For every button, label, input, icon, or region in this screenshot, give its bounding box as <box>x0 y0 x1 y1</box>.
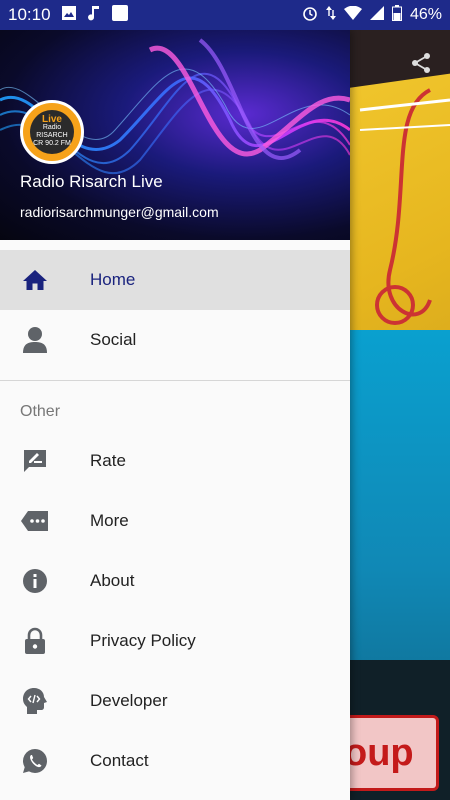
white-square-icon <box>111 4 129 27</box>
menu-item-label: Rate <box>90 451 126 470</box>
drawer-menu: Home Social Other Rate More About Privac… <box>0 250 350 791</box>
menu-item-contact[interactable]: Contact <box>0 731 350 791</box>
more-tag-icon <box>20 506 50 536</box>
menu-item-developer[interactable]: Developer <box>0 671 350 731</box>
menu-item-label: Home <box>90 270 136 289</box>
person-icon <box>20 325 50 355</box>
lock-icon <box>20 626 50 656</box>
battery-percent: 46% <box>409 6 442 23</box>
wifi-icon <box>343 5 362 25</box>
menu-item-home[interactable]: Home <box>0 250 350 310</box>
app-name: Radio Risarch Live <box>20 172 163 191</box>
menu-item-rate[interactable]: Rate <box>0 431 350 491</box>
menu-item-label: More <box>90 511 129 530</box>
background-app-content: oup <box>350 30 450 800</box>
menu-item-label: About <box>90 571 135 590</box>
data-arrows-icon <box>325 5 336 26</box>
status-bar: 10:10 46% <box>0 0 450 30</box>
developer-head-icon <box>20 686 50 716</box>
logo-live-text: Live <box>41 114 62 125</box>
rate-edit-icon <box>20 446 50 476</box>
menu-item-more[interactable]: More <box>0 491 350 551</box>
whatsapp-icon <box>20 746 50 776</box>
logo-frequency: CR 90.2 FM <box>33 140 71 147</box>
app-logo: Live Radio RISARCH CR 90.2 FM <box>20 100 84 164</box>
background-banner: oup <box>350 715 439 791</box>
status-time: 10:10 <box>8 5 51 24</box>
share-icon[interactable] <box>410 52 432 80</box>
treble-clef-art <box>359 88 450 325</box>
menu-item-privacy-policy[interactable]: Privacy Policy <box>0 611 350 671</box>
image-icon <box>61 5 77 26</box>
section-title-other: Other <box>20 403 61 420</box>
logo-brand: RISARCH <box>36 132 68 139</box>
navigation-drawer: Live Radio RISARCH CR 90.2 FM Radio Risa… <box>0 30 350 800</box>
menu-item-label: Developer <box>90 691 168 710</box>
menu-item-about[interactable]: About <box>0 551 350 611</box>
music-note-icon <box>87 5 101 26</box>
info-icon <box>20 566 50 596</box>
app-email: radiorisarchmunger@gmail.com <box>20 204 219 220</box>
menu-item-label: Social <box>90 330 137 349</box>
alarm-icon <box>302 5 318 26</box>
drawer-header: Live Radio RISARCH CR 90.2 FM Radio Risa… <box>0 30 350 240</box>
battery-icon <box>391 4 402 26</box>
menu-item-social[interactable]: Social <box>0 310 350 370</box>
home-icon <box>20 265 50 295</box>
menu-item-label: Contact <box>90 751 149 770</box>
menu-item-label: Privacy Policy <box>90 631 196 650</box>
logo-brand-top: Radio <box>42 124 62 131</box>
signal-icon <box>369 5 384 25</box>
